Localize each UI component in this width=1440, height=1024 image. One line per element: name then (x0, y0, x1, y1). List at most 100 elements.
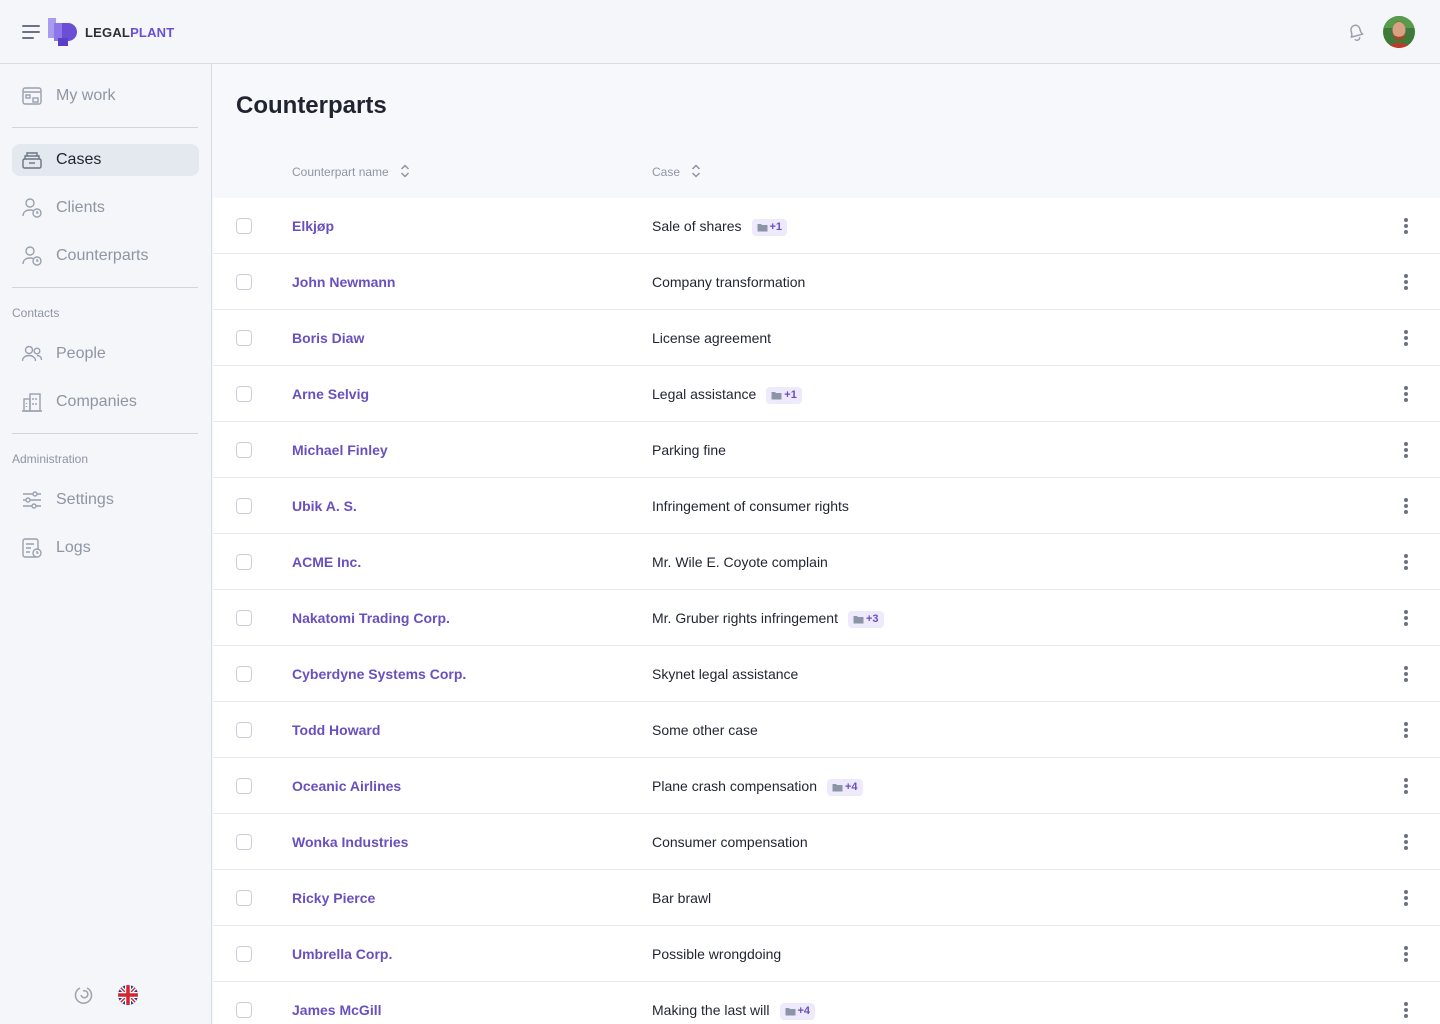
counterparts-table: Elkjøp Sale of shares +1 John Newmann Compan… (213, 198, 1440, 1024)
case-name: Parking fine (652, 442, 726, 458)
sidebar-item-label: People (56, 345, 106, 362)
case-cell: Infringement of consumer rights (652, 498, 849, 514)
table-row[interactable]: Ubik A. S. Infringement of consumer right… (213, 478, 1440, 534)
more-options-icon[interactable] (1396, 552, 1416, 572)
more-options-icon[interactable] (1396, 496, 1416, 516)
case-cell: License agreement (652, 330, 771, 346)
table-row[interactable]: ACME Inc. Mr. Wile E. Coyote complain (213, 534, 1440, 590)
sort-icon (692, 164, 701, 178)
row-checkbox[interactable] (236, 778, 252, 794)
more-options-icon[interactable] (1396, 440, 1416, 460)
counterpart-name-link[interactable]: Arne Selvig (292, 386, 369, 402)
more-options-icon[interactable] (1396, 384, 1416, 404)
table-row[interactable]: Wonka Industries Consumer compensation (213, 814, 1440, 870)
row-checkbox[interactable] (236, 274, 252, 290)
sidebar-item-settings[interactable]: Settings (12, 484, 199, 516)
row-checkbox[interactable] (236, 554, 252, 570)
more-options-icon[interactable] (1396, 832, 1416, 852)
case-name: Infringement of consumer rights (652, 498, 849, 514)
row-checkbox[interactable] (236, 946, 252, 962)
counterpart-name-link[interactable]: John Newmann (292, 274, 395, 290)
sidebar-item-label: Logs (56, 539, 91, 556)
sidebar-item-label: Companies (56, 393, 137, 410)
bell-icon[interactable] (1344, 21, 1366, 43)
folder-icon (853, 616, 864, 624)
counterpart-name-link[interactable]: Cyberdyne Systems Corp. (292, 666, 466, 682)
counterpart-name-link[interactable]: Boris Diaw (292, 330, 364, 346)
row-checkbox[interactable] (236, 442, 252, 458)
more-options-icon[interactable] (1396, 216, 1416, 236)
counterpart-name-link[interactable]: ACME Inc. (292, 554, 361, 570)
table-row[interactable]: Cyberdyne Systems Corp. Skynet legal assi… (213, 646, 1440, 702)
row-checkbox[interactable] (236, 498, 252, 514)
user-clock-icon (22, 198, 42, 218)
counterpart-name-link[interactable]: Nakatomi Trading Corp. (292, 610, 450, 626)
extra-cases-badge[interactable]: +1 (751, 219, 788, 236)
sidebar-item-counterparts[interactable]: Counterparts (12, 240, 199, 272)
counterpart-name-link[interactable]: Todd Howard (292, 722, 380, 738)
table-row[interactable]: Umbrella Corp. Possible wrongdoing (213, 926, 1440, 982)
extra-cases-badge[interactable]: +4 (779, 1003, 816, 1020)
table-row[interactable]: James McGill Making the last will +4 (213, 982, 1440, 1024)
folder-icon (832, 784, 843, 792)
counterpart-name-link[interactable]: Michael Finley (292, 442, 388, 458)
counterpart-name-link[interactable]: Elkjøp (292, 218, 334, 234)
sidebar-item-label: Counterparts (56, 247, 149, 264)
menu-icon[interactable] (22, 25, 40, 39)
more-options-icon[interactable] (1396, 1000, 1416, 1020)
uk-flag-icon[interactable] (117, 984, 139, 1006)
table-row[interactable]: John Newmann Company transformation (213, 254, 1440, 310)
counterpart-name-link[interactable]: Wonka Industries (292, 834, 408, 850)
sidebar-item-cases[interactable]: Cases (12, 144, 199, 176)
more-options-icon[interactable] (1396, 608, 1416, 628)
more-options-icon[interactable] (1396, 944, 1416, 964)
counterpart-name-link[interactable]: James McGill (292, 1002, 382, 1018)
table-row[interactable]: Michael Finley Parking fine (213, 422, 1440, 478)
sidebar-item-clients[interactable]: Clients (12, 192, 199, 224)
counterpart-name-link[interactable]: Oceanic Airlines (292, 778, 401, 794)
table-row[interactable]: Boris Diaw License agreement (213, 310, 1440, 366)
table-row[interactable]: Nakatomi Trading Corp. Mr. Gruber rights … (213, 590, 1440, 646)
more-options-icon[interactable] (1396, 776, 1416, 796)
page-title: Counterparts (236, 92, 387, 119)
theme-toggle-icon[interactable] (72, 984, 94, 1006)
avatar[interactable] (1383, 16, 1415, 48)
table-row[interactable]: Ricky Pierce Bar brawl (213, 870, 1440, 926)
row-checkbox[interactable] (236, 610, 252, 626)
more-options-icon[interactable] (1396, 720, 1416, 740)
more-options-icon[interactable] (1396, 664, 1416, 684)
table-row[interactable]: Todd Howard Some other case (213, 702, 1440, 758)
row-checkbox[interactable] (236, 890, 252, 906)
row-checkbox[interactable] (236, 722, 252, 738)
counterpart-name-link[interactable]: Umbrella Corp. (292, 946, 392, 962)
column-header-case[interactable]: Case (652, 164, 701, 179)
counterpart-name-link[interactable]: Ubik A. S. (292, 498, 357, 514)
case-cell: Plane crash compensation +4 (652, 778, 863, 796)
table-row[interactable]: Arne Selvig Legal assistance +1 (213, 366, 1440, 422)
section-label-contacts: Contacts (12, 306, 60, 320)
row-checkbox[interactable] (236, 834, 252, 850)
row-checkbox[interactable] (236, 666, 252, 682)
sidebar-item-logs[interactable]: Logs (12, 532, 199, 564)
counterpart-name-link[interactable]: Ricky Pierce (292, 890, 375, 906)
table-row[interactable]: Oceanic Airlines Plane crash compensation… (213, 758, 1440, 814)
more-options-icon[interactable] (1396, 272, 1416, 292)
more-options-icon[interactable] (1396, 328, 1416, 348)
sidebar-item-my-work[interactable]: My work (12, 80, 199, 112)
row-checkbox[interactable] (236, 386, 252, 402)
extra-cases-badge[interactable]: +1 (766, 387, 802, 404)
more-options-icon[interactable] (1396, 888, 1416, 908)
sidebar: My work Cases Clients Counterparts Conta… (0, 64, 212, 1024)
extra-cases-badge[interactable]: +3 (847, 611, 884, 628)
extra-cases-badge[interactable]: +4 (827, 779, 863, 796)
table-row[interactable]: Elkjøp Sale of shares +1 (213, 198, 1440, 254)
row-checkbox[interactable] (236, 330, 252, 346)
column-header-counterpart-name[interactable]: Counterpart name (292, 164, 410, 179)
sidebar-item-companies[interactable]: Companies (12, 386, 199, 418)
sidebar-item-people[interactable]: People (12, 338, 199, 370)
case-cell: Bar brawl (652, 890, 711, 906)
case-cell: Consumer compensation (652, 834, 808, 850)
calendar-grid-icon (22, 87, 42, 105)
row-checkbox[interactable] (236, 1002, 252, 1018)
row-checkbox[interactable] (236, 218, 252, 234)
